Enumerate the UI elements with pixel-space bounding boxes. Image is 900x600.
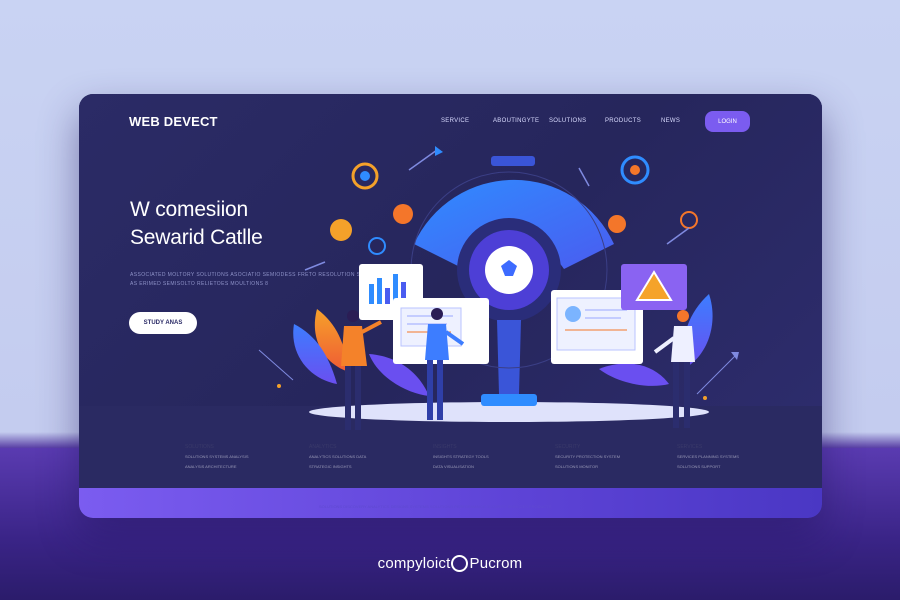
feature-desc: SERVICES PLANNING SYSTEMS	[677, 454, 739, 459]
brand-watermark: compyloict Pucrom	[0, 555, 900, 572]
target-icon	[608, 215, 626, 233]
arrow-icon	[696, 355, 736, 395]
gauge-base	[481, 394, 537, 406]
feature-desc: ANALYTICS SOLUTIONS DATA	[309, 454, 367, 459]
feature-desc: SOLUTIONS SUPPORT	[677, 464, 721, 469]
footer-bar	[79, 488, 822, 518]
brand-prefix: compyloict	[377, 555, 451, 572]
pin-icon	[680, 211, 698, 229]
feature-title: SERVICES	[677, 444, 703, 450]
feature-desc: ANALYSIS ARCHITECTURE	[185, 464, 237, 469]
gear-icon	[330, 219, 352, 241]
feature-title: ANALYTICS	[309, 444, 337, 450]
feature-title: SOLUTIONS	[185, 444, 214, 450]
gear-icon	[368, 237, 386, 255]
feature-desc: DATA VISUALISATION	[433, 464, 474, 469]
arrow-icon	[408, 149, 438, 171]
hero-illustration	[258, 146, 739, 430]
arrow-icon	[578, 167, 590, 187]
gauge-stand	[497, 320, 521, 394]
feature-desc: SOLUTIONS MONITOR	[555, 464, 599, 469]
brand-suffix: Pucrom	[469, 555, 523, 572]
website-mockup: WEB DEVECT SERVICE ABOUTINGYTE SOLUTIONS…	[79, 94, 822, 518]
brand-logo-icon	[451, 555, 469, 572]
leaf-purple-right	[599, 363, 669, 386]
footer-text: SOLUTIONS DISCOVERY ANALYTICS DESIGNS SY…	[319, 504, 552, 509]
feature-title: INSIGHTS	[433, 444, 457, 450]
feature-desc: SOLUTIONS SYSTEMS ANALYSIS	[185, 454, 249, 459]
feature-desc: STRATEGIC INSIGHTS	[309, 464, 352, 469]
target-icon	[393, 204, 413, 224]
feature-title: SECURITY	[555, 444, 581, 450]
feature-desc: INSIGHTS STRATEGY TOOLS	[433, 454, 489, 459]
gauge-top-cap	[491, 156, 535, 166]
feature-desc: SECURITY PROTECTION SYSTEM	[555, 454, 621, 459]
